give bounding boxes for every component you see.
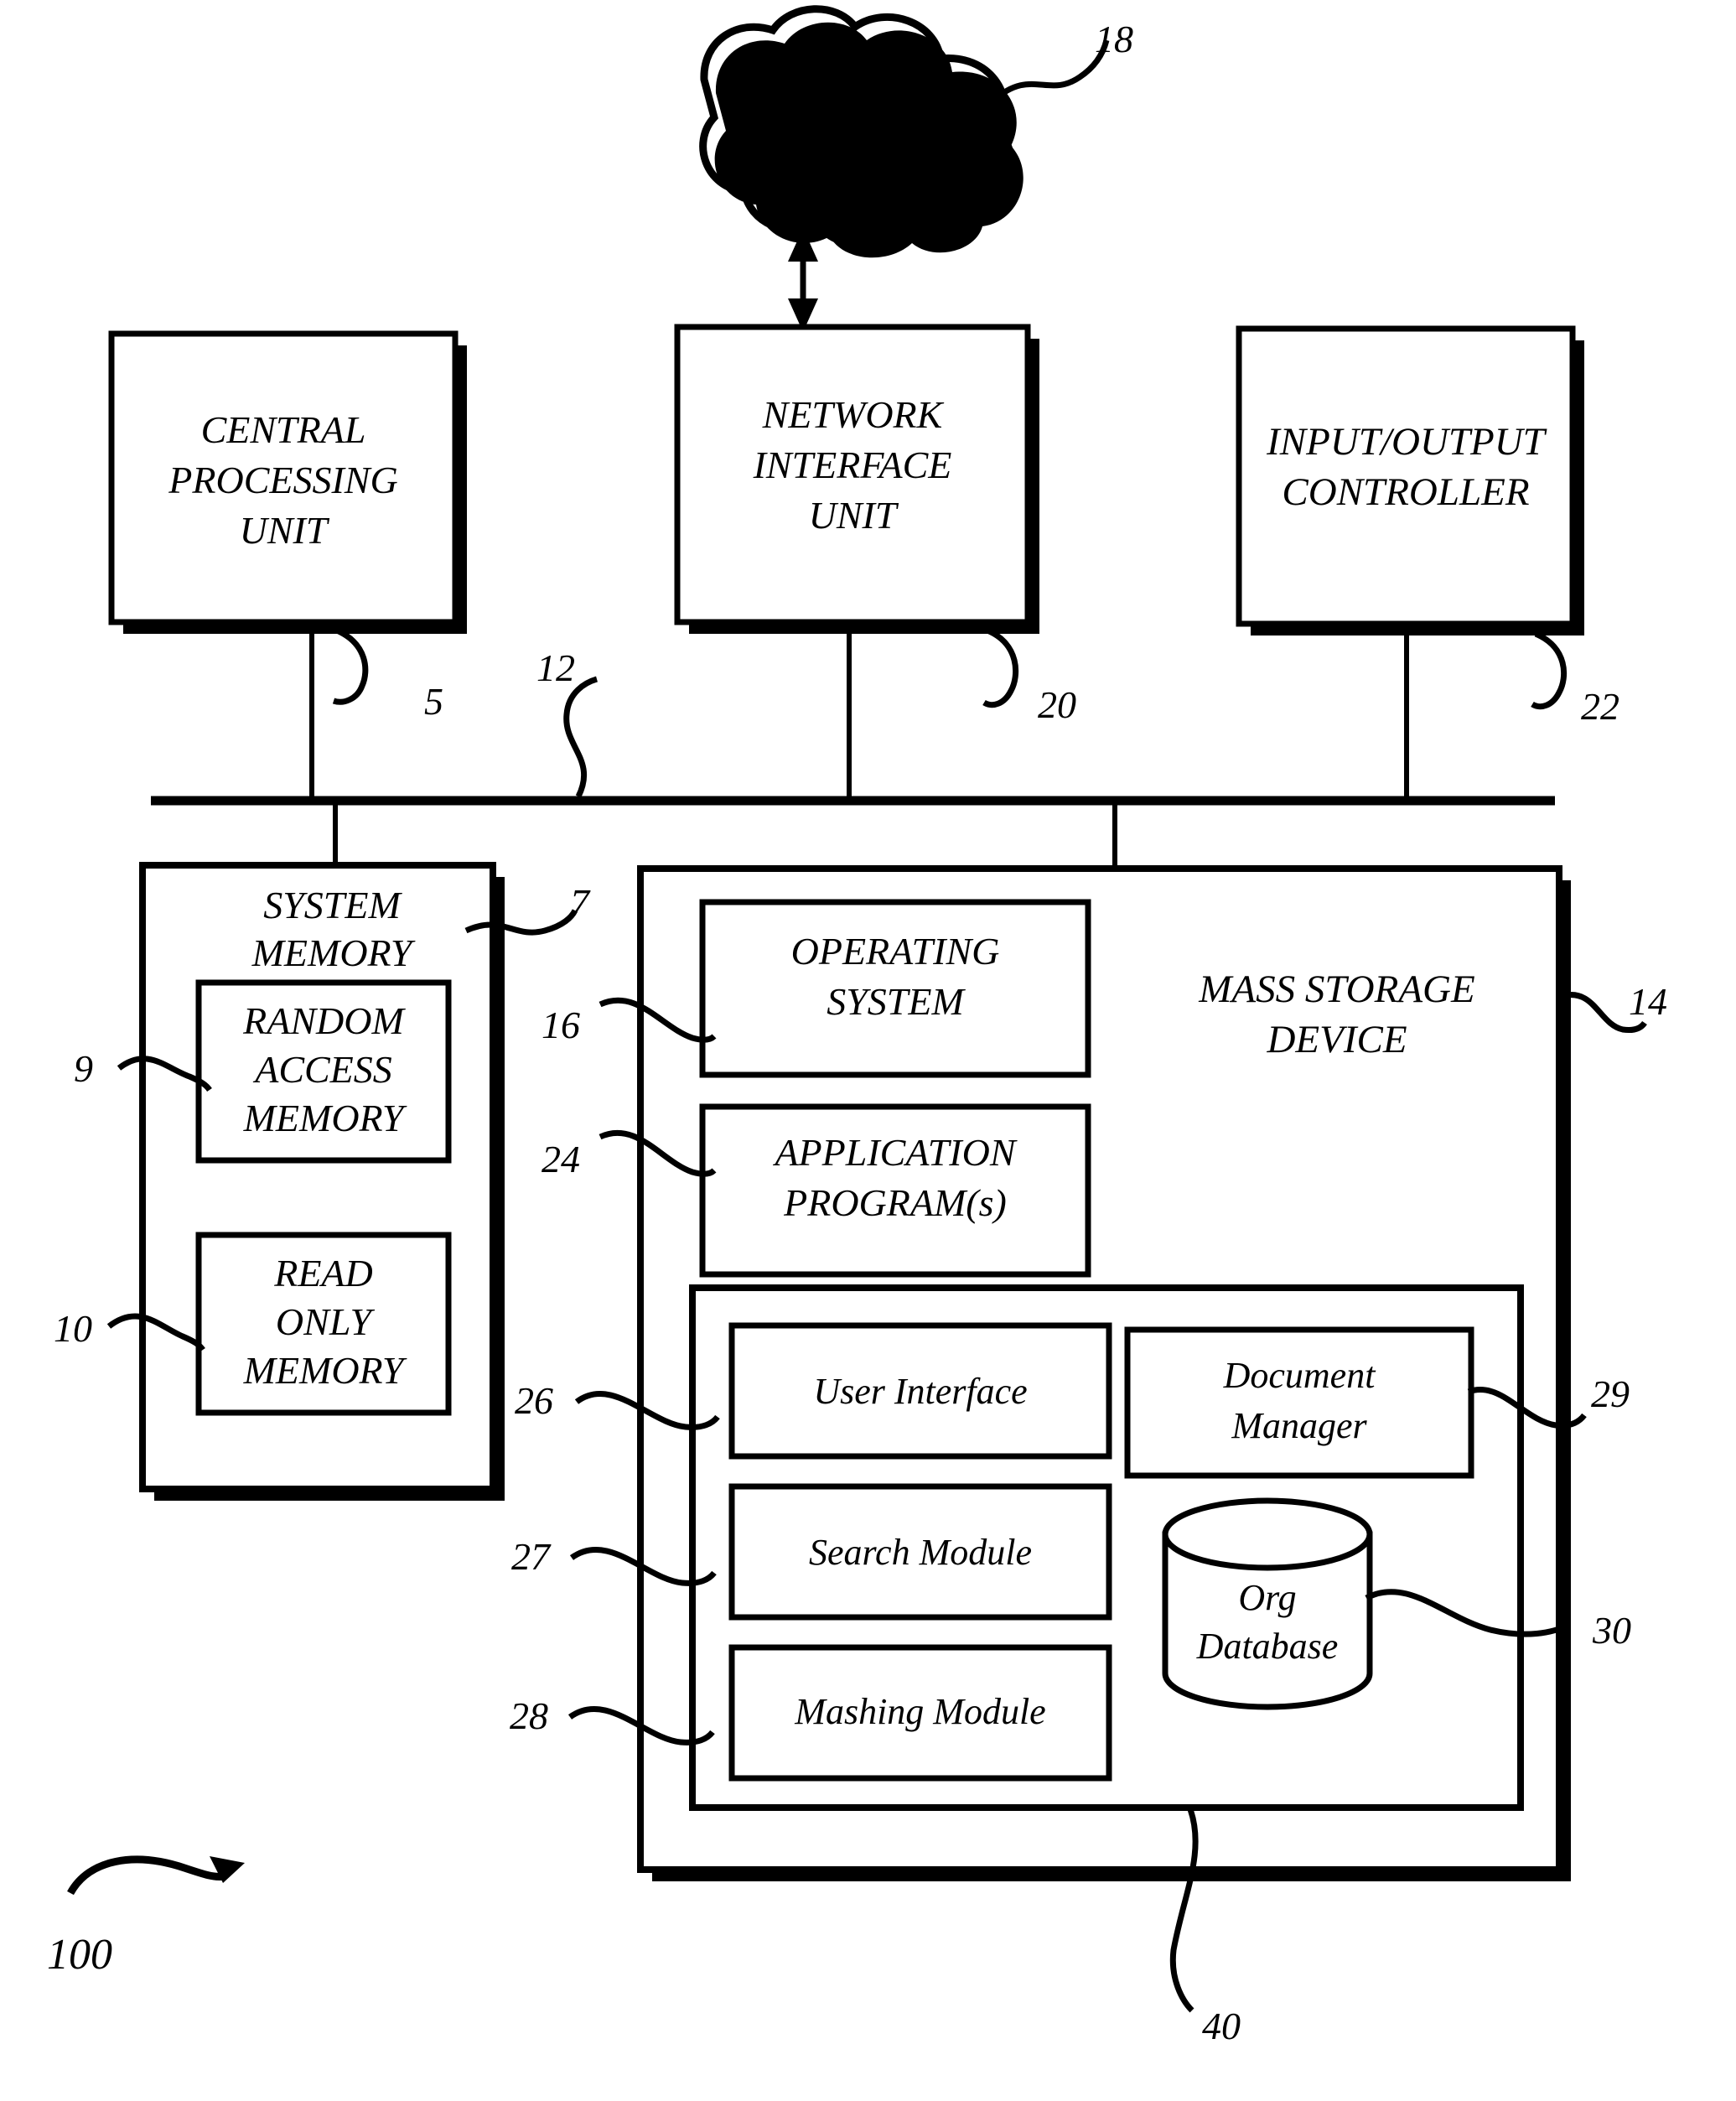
patent-figure: NETWORK 18 CENTRAL PROCESSING UNIT 5 NET…: [0, 0, 1736, 2101]
ref-18-leader: [991, 39, 1110, 103]
ref-5-leader: [332, 627, 369, 705]
ref-12-leader: [563, 676, 599, 798]
app-label-line-1: APPLICATION: [772, 1131, 1017, 1174]
nic-label-line-2: INTERFACE: [753, 444, 952, 486]
ref-100: 100: [47, 1931, 112, 1979]
ram-label-line-1: RANDOM: [242, 999, 406, 1042]
user-interface-label: User Interface: [813, 1371, 1027, 1412]
cpu-box-group: CENTRAL PROCESSING UNIT: [108, 330, 467, 634]
ref-16: 16: [542, 1004, 580, 1046]
ref-22-leader: [1531, 630, 1568, 710]
ref-14: 14: [1629, 980, 1667, 1023]
figure-callout-100-group: 100: [47, 1855, 245, 1979]
ref-18: 18: [1095, 18, 1133, 60]
system-memory-label-line-1: SYSTEM: [263, 884, 402, 926]
document-manager-label-line-2: Manager: [1231, 1405, 1367, 1446]
ref-30: 30: [1592, 1609, 1631, 1652]
os-label-line-2: SYSTEM: [827, 980, 966, 1023]
ref-10: 10: [54, 1307, 92, 1350]
mashing-module-label: Mashing Module: [794, 1691, 1045, 1732]
cpu-label-line-3: UNIT: [240, 509, 330, 552]
io-controller-box-group: INPUT/OUTPUT CONTROLLER: [1236, 325, 1584, 635]
network-interface-box-group: NETWORK INTERFACE UNIT: [674, 324, 1039, 634]
search-module-box-group: Search Module: [728, 1483, 1112, 1621]
ref-5: 5: [424, 680, 443, 723]
ref-27: 27: [511, 1535, 552, 1578]
io-label-line-2: CONTROLLER: [1282, 470, 1529, 514]
mashing-module-box-group: Mashing Module: [728, 1644, 1112, 1782]
operating-system-box-group: OPERATING SYSTEM: [699, 899, 1091, 1078]
nic-label-line-3: UNIT: [809, 494, 899, 537]
application-programs-box-group: APPLICATION PROGRAM(s): [699, 1103, 1091, 1278]
rom-label-line-2: ONLY: [276, 1300, 376, 1343]
cpu-label-line-2: PROCESSING: [168, 459, 397, 501]
rom-box-group: READ ONLY MEMORY: [195, 1232, 452, 1416]
org-database-cylinder-group: Org Database: [1162, 1497, 1373, 1710]
ref-28: 28: [510, 1694, 548, 1737]
ram-label-line-3: MEMORY: [243, 1097, 407, 1139]
rom-label-line-1: READ: [273, 1252, 373, 1294]
user-interface-box-group: User Interface: [728, 1322, 1112, 1460]
org-database-label-line-2: Database: [1196, 1626, 1339, 1667]
system-memory-label-line-2: MEMORY: [251, 931, 416, 974]
search-module-label: Search Module: [809, 1532, 1032, 1573]
org-database-top: [1162, 1497, 1373, 1571]
ref-7: 7: [570, 881, 591, 924]
app-label-line-2: PROGRAM(s): [783, 1181, 1007, 1224]
ref-9: 9: [74, 1047, 93, 1090]
ref-40: 40: [1202, 2005, 1241, 2047]
ref-12: 12: [536, 646, 575, 689]
ref-20: 20: [1038, 683, 1076, 726]
ram-label-line-2: ACCESS: [252, 1048, 392, 1091]
document-manager-label-line-1: Document: [1223, 1355, 1377, 1396]
ref-24: 24: [542, 1138, 580, 1180]
rom-label-line-3: MEMORY: [243, 1349, 407, 1392]
ref-20-leader: [982, 627, 1019, 708]
mass-storage-label-line-1: MASS STORAGE: [1198, 967, 1474, 1011]
document-manager-box: [1124, 1326, 1474, 1479]
ram-box-group: RANDOM ACCESS MEMORY: [195, 979, 452, 1164]
ref-26: 26: [515, 1379, 553, 1422]
nic-label-line-1: NETWORK: [762, 393, 945, 436]
mass-storage-label-line-2: DEVICE: [1266, 1018, 1407, 1061]
ref-29: 29: [1591, 1372, 1630, 1415]
network-cloud-group: NETWORK: [699, 5, 1023, 258]
cpu-label-line-1: CENTRAL: [201, 408, 366, 451]
ref-22: 22: [1581, 685, 1619, 728]
figure-callout-arrow-tail: [67, 1855, 225, 1896]
network-cloud-label: NETWORK: [753, 106, 949, 150]
org-database-label-line-1: Org: [1238, 1577, 1296, 1618]
os-label-line-1: OPERATING: [791, 930, 1000, 973]
cloud-nic-arrow: [788, 228, 818, 332]
io-label-line-1: INPUT/OUTPUT: [1266, 420, 1547, 464]
document-manager-box-group: Document Manager: [1124, 1326, 1474, 1479]
